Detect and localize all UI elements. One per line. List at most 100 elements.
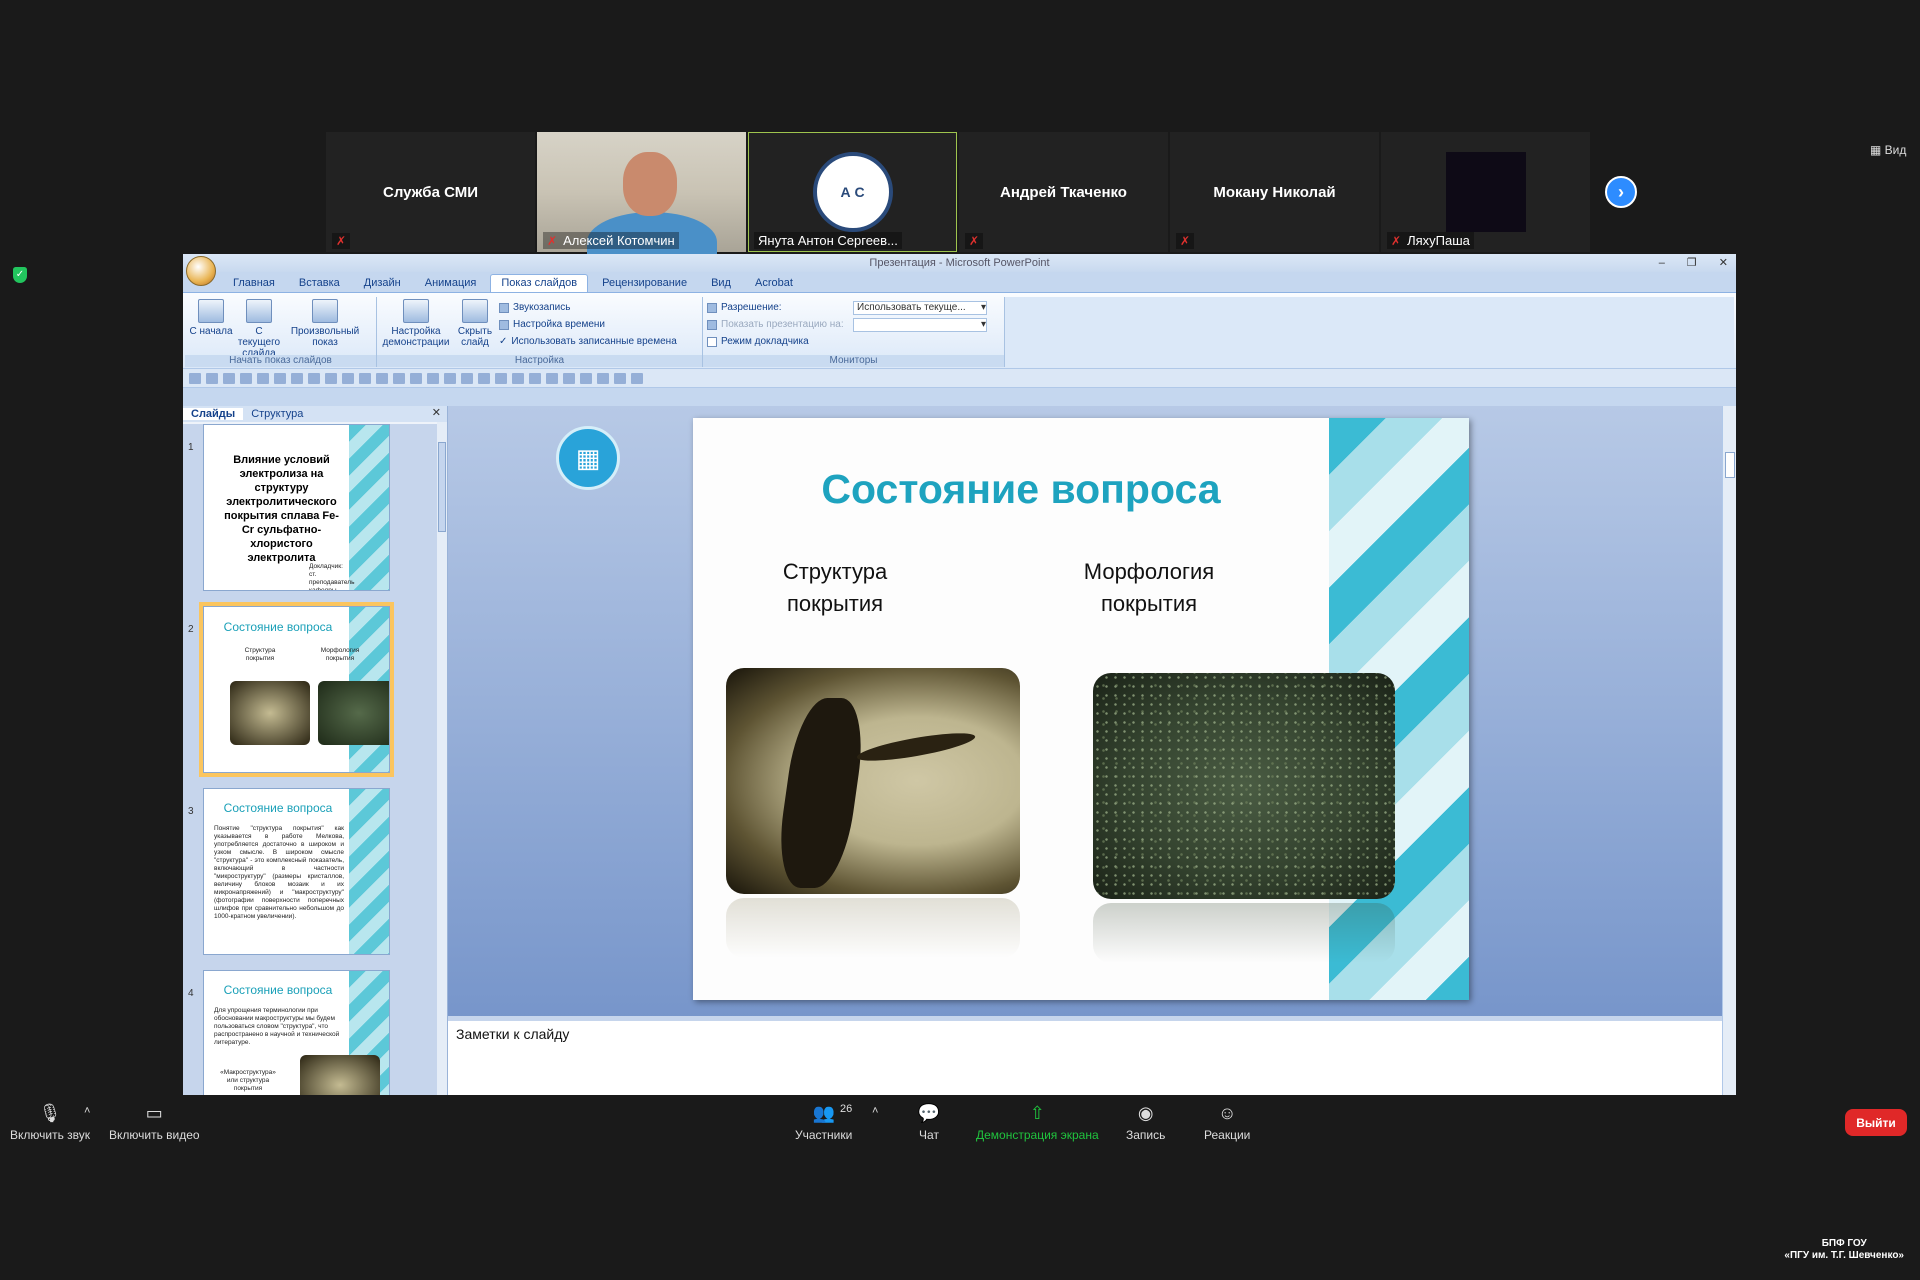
shape-icon[interactable] [410, 372, 422, 384]
chat-button[interactable]: 💬 Чат [916, 1102, 942, 1143]
fill-icon[interactable] [614, 372, 626, 384]
custom-show-icon [312, 299, 338, 323]
thumbnail-title: Влияние условий электролиза на структуру… [224, 454, 339, 564]
participant-tile[interactable]: Служба СМИ ✗ [326, 132, 535, 252]
participant-tile-active-speaker[interactable]: А С Янута Антон Сергеев... [748, 132, 957, 252]
paste-icon[interactable] [359, 372, 371, 384]
slide-thumbnail[interactable]: Состояние вопроса Для упрощения терминол… [203, 970, 390, 1095]
panel-scrollbar[interactable] [437, 422, 447, 1095]
participant-label-text: ЛяхуПаша [1407, 233, 1470, 248]
use-timings-checkbox[interactable]: ✓ Использовать записанные времена [499, 333, 677, 350]
undo-icon[interactable] [206, 372, 218, 384]
rotate-icon[interactable] [546, 372, 558, 384]
minimize-icon[interactable]: – [1659, 254, 1665, 272]
tab-outline[interactable]: Структура [243, 408, 311, 420]
tab-review[interactable]: Рецензирование [592, 275, 697, 292]
rehearse-timings-button[interactable]: Настройка времени [499, 316, 677, 333]
participants-icon: 👥 [812, 1102, 835, 1123]
redo-icon[interactable] [223, 372, 235, 384]
mute-button[interactable]: 🎙 Включить звук [10, 1103, 90, 1143]
leave-button[interactable]: Выйти [1845, 1109, 1907, 1136]
view-button[interactable]: ▦ Вид [1870, 143, 1906, 157]
chat-icon: 💬 [917, 1102, 941, 1123]
presentation-icon: ▦ [556, 426, 620, 490]
slides-panel: Слайды Структура ✕ 1 Влияние условий эле… [183, 406, 448, 1095]
next-page-arrow-icon[interactable]: › [1605, 176, 1637, 208]
textbox-icon[interactable] [427, 372, 439, 384]
more-icon[interactable] [631, 372, 643, 384]
participant-tile[interactable]: ✗ ЛяхуПаша [1381, 132, 1590, 252]
tab-acrobat[interactable]: Acrobat [745, 275, 803, 292]
panel-tabs: Слайды Структура ✕ [183, 406, 447, 422]
ribbon-tabs: Главная Вставка Дизайн Анимация Показ сл… [183, 272, 1736, 292]
preview-icon[interactable] [257, 372, 269, 384]
group-icon[interactable] [495, 372, 507, 384]
tab-insert[interactable]: Вставка [289, 275, 350, 292]
record-button[interactable]: ◉ Запись [1126, 1103, 1166, 1143]
chart-icon[interactable] [444, 372, 456, 384]
thumbnail-list: 1 Влияние условий электролиза на структу… [183, 424, 437, 1095]
slide-thumbnail-selected[interactable]: Состояние вопроса Структура покрытия Мор… [203, 606, 390, 773]
resolution-select[interactable]: Использовать текуще... ▾ [853, 300, 987, 315]
share-screen-button[interactable]: ⇧ Демонстрация экрана [976, 1103, 1099, 1143]
restore-icon[interactable]: ❐ [1687, 254, 1697, 272]
group-label: Начать показ слайдов [185, 355, 376, 367]
link-icon[interactable] [512, 372, 524, 384]
scroll-thumb[interactable] [1725, 452, 1735, 478]
tab-animation[interactable]: Анимация [415, 275, 487, 292]
tab-slideshow[interactable]: Показ слайдов [490, 274, 589, 292]
align-icon[interactable] [478, 372, 490, 384]
tab-design[interactable]: Дизайн [354, 275, 411, 292]
morphology-micrograph-image [1093, 673, 1395, 899]
tab-home[interactable]: Главная [223, 275, 285, 292]
picture-icon[interactable] [291, 372, 303, 384]
folder-icon[interactable] [529, 372, 541, 384]
record-narration-button[interactable]: Звукозапись [499, 299, 677, 316]
slide-thumbnail[interactable]: Влияние условий электролиза на структуру… [203, 424, 390, 591]
scroll-thumb[interactable] [438, 442, 446, 532]
mic-muted-icon: ✗ [336, 234, 347, 248]
current-slide[interactable]: Состояние вопроса Структура покрытия Мор… [693, 418, 1469, 1000]
presenter-view-checkbox[interactable]: Режим докладчика [707, 333, 987, 350]
layer-icon[interactable] [597, 372, 609, 384]
ribbon: С начала С текущего слайда Произвольный … [183, 292, 1736, 368]
spell-icon[interactable] [274, 372, 286, 384]
thumbnail-body: Понятие "структура покрытия" как указыва… [214, 825, 344, 920]
close-icon[interactable]: ✕ [1719, 254, 1728, 272]
chevron-up-icon[interactable]: ˄ [84, 1105, 90, 1117]
thumbnail-title: Состояние вопроса [223, 983, 333, 997]
video-button[interactable]: ▭ Включить видео [109, 1103, 200, 1143]
grid-icon[interactable] [376, 372, 388, 384]
chevron-up-icon[interactable]: ˄ [872, 1105, 878, 1117]
close-panel-icon[interactable]: ✕ [432, 406, 441, 419]
table-icon[interactable] [308, 372, 320, 384]
cut-icon[interactable] [325, 372, 337, 384]
tab-view[interactable]: Вид [701, 275, 741, 292]
copy-icon[interactable] [342, 372, 354, 384]
participant-tile[interactable]: Андрей Ткаченко ✗ [959, 132, 1168, 252]
group-label: Мониторы [703, 355, 1004, 367]
slide-scrollbar[interactable] [1722, 406, 1736, 1095]
office-button-icon[interactable] [186, 256, 216, 286]
thumbnail-title: Состояние вопроса [223, 801, 333, 815]
participant-tile[interactable]: ✗ Алексей Котомчин [537, 132, 746, 272]
participant-tile[interactable]: Мокану Николай ✗ [1170, 132, 1379, 252]
reactions-button[interactable]: ☺ Реакции [1204, 1103, 1250, 1143]
print-icon[interactable] [240, 372, 252, 384]
thumbnail-col2: Морфология покрытия [320, 647, 360, 662]
notes-pane[interactable]: Заметки к слайду [448, 1016, 1722, 1095]
security-shield-icon[interactable]: ✓ [13, 267, 27, 283]
record-label: Запись [1126, 1128, 1166, 1142]
tab-slides[interactable]: Слайды [183, 408, 244, 420]
watermark-line-2: «ПГУ им. Т.Г. Шевченко» [1784, 1250, 1904, 1261]
slide-thumbnail[interactable]: Состояние вопроса Понятие "структура пок… [203, 788, 390, 955]
participant-label-text: Янута Антон Сергеев... [758, 233, 898, 248]
save-icon[interactable] [189, 372, 201, 384]
draw-icon[interactable] [461, 372, 473, 384]
zoom-icon[interactable] [580, 372, 592, 384]
crop-icon[interactable] [563, 372, 575, 384]
format-icon[interactable] [393, 372, 405, 384]
participant-name: Служба СМИ [382, 183, 478, 201]
rehearse-label: Настройка времени [513, 319, 605, 330]
show-on-select[interactable]: ▾ [853, 317, 987, 332]
